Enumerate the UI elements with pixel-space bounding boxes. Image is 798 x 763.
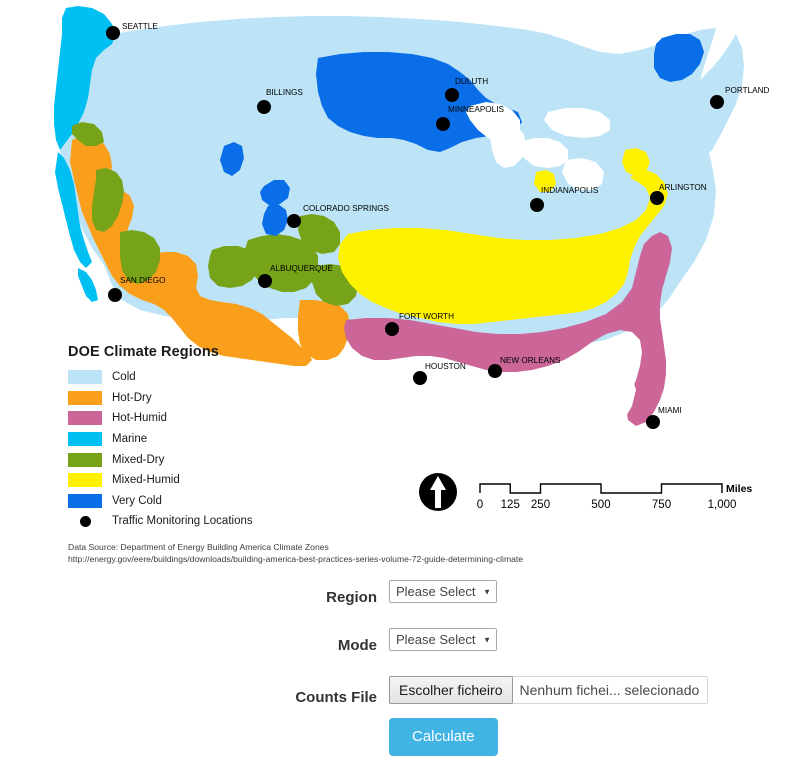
legend-label-hot-humid: Hot-Humid (112, 412, 167, 425)
mode-select[interactable]: Please Select (389, 628, 497, 651)
calculate-button[interactable]: Calculate (389, 718, 498, 756)
city-marker-dot (445, 88, 459, 102)
city-label: SAN DIEGO (120, 276, 166, 285)
city-marker-dot (413, 371, 427, 385)
map-source-note: Data Source: Department of Energy Buildi… (68, 542, 523, 565)
city-label: INDIANAPOLIS (541, 186, 599, 195)
traffic-location-dot-icon (79, 515, 91, 527)
city-label: ALBUQUERQUE (270, 264, 333, 273)
city-label: MIAMI (658, 406, 682, 415)
legend-label-mixed-humid: Mixed-Humid (112, 474, 180, 487)
scalebar-unit-label: Miles (726, 483, 752, 495)
legend-item-marine: Marine (68, 429, 318, 450)
legend-label-very-cold: Very Cold (112, 494, 162, 507)
city-label: FORT WORTH (399, 312, 454, 321)
city-label: DULUTH (455, 77, 488, 86)
city-label: MINNEAPOLIS (448, 105, 505, 114)
legend-label-mixed-dry: Mixed-Dry (112, 453, 165, 466)
mode-select-wrap[interactable]: Please Select ▼ (389, 628, 497, 651)
city-label: NEW ORLEANS (500, 356, 561, 365)
city-marker-dot (287, 214, 301, 228)
legend-title: DOE Climate Regions (68, 344, 219, 360)
legend-swatch-marine (68, 432, 102, 447)
map-scalebar: 0 125 250 500 750 1,000 Miles (477, 483, 753, 511)
city-marker-dot (646, 415, 660, 429)
form-row-counts-file: Counts File Escolher ficheiro Nenhum fic… (0, 676, 798, 756)
legend-swatch-hot-humid (68, 411, 102, 426)
scalebar-tick-label: 125 (501, 499, 520, 511)
counts-file-input[interactable]: Escolher ficheiro Nenhum fichei... selec… (389, 676, 709, 704)
legend-item-mixed-humid: Mixed-Humid (68, 470, 318, 491)
city-label: COLORADO SPRINGS (303, 204, 390, 213)
region-select[interactable]: Please Select (389, 580, 497, 603)
selected-file-status: Nenhum fichei... selecionado (519, 682, 700, 698)
scalebar-tick-label: 0 (477, 499, 483, 511)
legend-dot-cell (68, 515, 102, 527)
legend-swatch-cold (68, 370, 102, 385)
mode-label: Mode (337, 637, 377, 654)
city-marker-dot (106, 26, 120, 40)
source-note-line-1: Data Source: Department of Energy Buildi… (68, 542, 329, 552)
calculate-button-wrap: Calculate (389, 704, 798, 756)
scalebar-tick-label: 1,000 (708, 499, 737, 511)
city-marker-dot (710, 95, 724, 109)
city-label: PORTLAND (725, 86, 770, 95)
scalebar-outline (479, 483, 723, 494)
calculation-form: Region Please Select ▼ Mode Please Selec… (0, 580, 798, 756)
city-marker-dot (257, 100, 271, 114)
region-select-wrap[interactable]: Please Select ▼ (389, 580, 497, 603)
scalebar-tick-label: 750 (652, 499, 671, 511)
region-control: Please Select ▼ (389, 580, 798, 603)
counts-file-label: Counts File (295, 689, 377, 706)
map-legend: DOE Climate Regions Cold Hot-Dry Hot-Hum… (68, 344, 318, 532)
city-marker-dot (436, 117, 450, 131)
compass-rose-north-icon (419, 473, 457, 511)
scalebar-tick-label: 250 (531, 499, 550, 511)
legend-label-traffic-locations: Traffic Monitoring Locations (112, 515, 253, 528)
climate-map: SEATTLE BILLINGS DULUTH MINNEAPOLIS PORTLAND… (0, 0, 798, 575)
legend-item-cold: Cold (68, 367, 318, 388)
city-label: SEATTLE (122, 22, 158, 31)
counts-file-control: Escolher ficheiro Nenhum fichei... selec… (389, 676, 798, 756)
legend-item-hot-dry: Hot-Dry (68, 388, 318, 409)
legend-item-very-cold: Very Cold (68, 491, 318, 512)
legend-label-marine: Marine (112, 433, 148, 446)
choose-file-button[interactable]: Escolher ficheiro (389, 676, 513, 704)
legend-label-hot-dry: Hot-Dry (112, 391, 152, 404)
source-note-line-2: http://energy.gov/eere/buildings/downloa… (68, 553, 524, 564)
legend-swatch-mixed-dry (68, 452, 102, 467)
form-row-region: Region Please Select ▼ (0, 580, 798, 606)
city-label: BILLINGS (266, 88, 303, 97)
form-row-mode: Mode Please Select ▼ (0, 628, 798, 654)
climate-region-tool: SEATTLE BILLINGS DULUTH MINNEAPOLIS PORTLAND… (0, 0, 798, 763)
legend-swatch-very-cold (68, 493, 102, 508)
legend-swatch-hot-dry (68, 390, 102, 405)
city-marker-dot (108, 288, 122, 302)
legend-item-traffic-locations: Traffic Monitoring Locations (68, 511, 318, 532)
city-marker-dot (530, 198, 544, 212)
region-label: Region (326, 589, 377, 606)
legend-swatch-mixed-humid (68, 473, 102, 488)
city-marker-dot (258, 274, 272, 288)
legend-label-cold: Cold (112, 371, 136, 384)
scalebar-tick-label: 500 (591, 499, 610, 511)
legend-item-hot-humid: Hot-Humid (68, 408, 318, 429)
city-marker-dot (385, 322, 399, 336)
city-label: HOUSTON (425, 362, 466, 371)
legend-item-mixed-dry: Mixed-Dry (68, 449, 318, 470)
mode-control: Please Select ▼ (389, 628, 798, 651)
city-label: ARLINGTON (659, 183, 707, 192)
city-marker-dot (650, 191, 664, 205)
city-marker-dot (488, 364, 502, 378)
